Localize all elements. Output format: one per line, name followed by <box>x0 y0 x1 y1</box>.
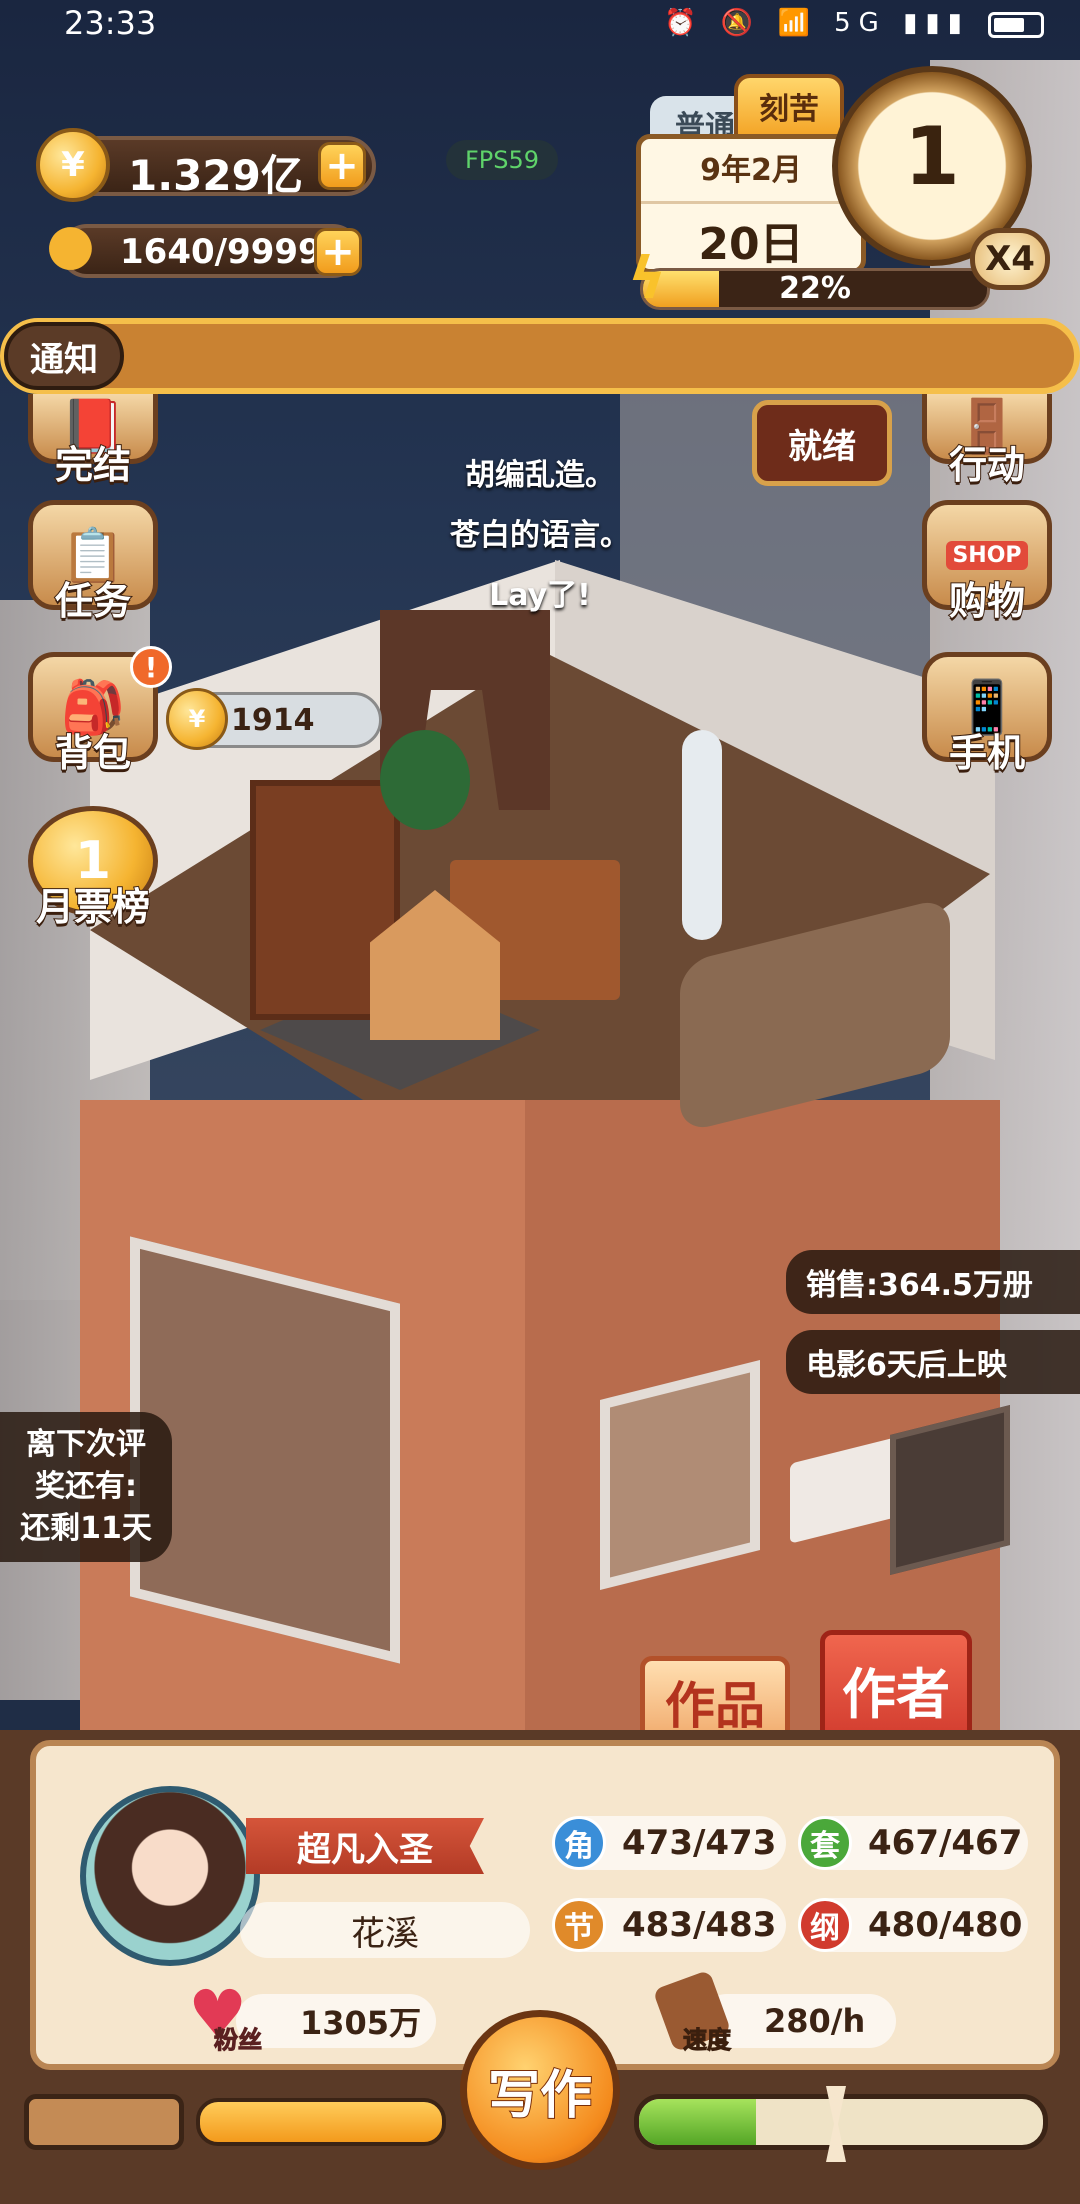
fans-display: 1305万 <box>236 1994 436 2048</box>
alert-badge: ! <box>130 646 172 688</box>
author-rank: 超凡入圣 <box>246 1818 484 1874</box>
writing-progress-fill <box>639 2099 757 2145</box>
menu-shop[interactable]: SHOP 购物 <box>922 500 1052 630</box>
status-icons: ⏰ 🔕 📶 5G ▮▮▮ <box>664 8 970 38</box>
date-year-month: 9年2月 <box>700 153 802 188</box>
pacing-icon: 节 <box>552 1898 606 1952</box>
character-icon: 角 <box>552 1816 606 1870</box>
award-countdown-line-1: 离下次评 <box>26 1427 146 1462</box>
time-speed-button[interactable]: X4 <box>970 228 1050 290</box>
energy-percent: 22% <box>779 271 851 306</box>
menu-backpack[interactable]: 🎒 背包 ! <box>28 646 172 782</box>
lightning-icon[interactable]: ϟ <box>628 244 688 314</box>
add-inspiration-button[interactable]: + <box>314 228 362 276</box>
energy-bar: 22% <box>640 268 990 310</box>
side-window <box>600 1360 760 1590</box>
inspiration-value: 1640/9999 <box>120 232 322 272</box>
sales-info[interactable]: 销售:364.5万册 <box>786 1250 1080 1314</box>
speed-label: 速度 <box>683 2026 732 2055</box>
ready-button[interactable]: 就绪 <box>752 400 892 486</box>
menu-phone-label: 手机 <box>948 730 1026 776</box>
notice-bar[interactable] <box>0 318 1080 394</box>
menu-complete-label: 完结 <box>54 442 132 488</box>
coin-icon-small: ¥ <box>166 688 228 750</box>
status-time: 23:33 <box>64 4 157 42</box>
menu-monthly-ranking-label: 月票榜 <box>35 884 151 930</box>
left-slot-bar[interactable] <box>24 2094 184 2150</box>
award-countdown-line-3: 还剩11天 <box>20 1511 152 1546</box>
fps-counter: FPS59 <box>446 140 558 180</box>
dialogue-line-1: 胡编乱造。 <box>465 458 615 493</box>
tab-hard-mode[interactable]: 刻苦 <box>734 74 844 138</box>
fans-label: 粉丝 <box>214 2026 263 2055</box>
fans-value: 1305万 <box>300 2004 422 2042</box>
write-button[interactable]: 写作 <box>460 2010 620 2170</box>
clock-value: 1 <box>904 110 960 203</box>
menu-backpack-label: 背包 <box>54 730 132 776</box>
potted-plant <box>380 730 470 830</box>
menu-action-label: 行动 <box>948 442 1026 488</box>
menu-monthly-ranking[interactable]: 1 月票榜 <box>28 806 158 936</box>
author-avatar[interactable] <box>80 1786 260 1966</box>
coin-icon: ¥ <box>36 128 110 202</box>
stat-character-value: 473/473 <box>622 1823 777 1863</box>
award-countdown[interactable]: 离下次评 奖还有: 还剩11天 <box>0 1412 172 1562</box>
award-countdown-line-2: 奖还有: <box>35 1469 137 1504</box>
stat-outline-value: 480/480 <box>868 1905 1023 1945</box>
menu-tasks[interactable]: 📋 任务 <box>28 500 158 630</box>
movie-info[interactable]: 电影6天后上映 <box>786 1330 1080 1394</box>
dialogue-line-3: Lay了! <box>489 578 591 613</box>
shop-sign: SHOP <box>946 540 1028 570</box>
battery-icon <box>988 12 1044 38</box>
stat-pacing-value: 483/483 <box>622 1905 777 1945</box>
middle-slot-bar[interactable] <box>196 2098 446 2146</box>
bulb-icon: ● <box>46 212 95 277</box>
menu-tasks-label: 任务 <box>54 578 132 624</box>
dialogue-line-2: 苍白的语言。 <box>450 518 630 553</box>
tower-fan <box>682 730 722 940</box>
menu-shop-label: 购物 <box>948 578 1026 624</box>
routine-icon: 套 <box>798 1816 852 1870</box>
coin-drop-value: 1914 <box>231 702 315 738</box>
add-gold-button[interactable]: + <box>318 142 366 190</box>
gold-value: 1.329亿 <box>128 151 303 200</box>
notice-label: 通知 <box>4 322 124 390</box>
menu-phone[interactable]: 📱 手机 <box>922 652 1052 782</box>
outdoor-tv <box>890 1405 1010 1575</box>
stat-routine-value: 467/467 <box>868 1823 1023 1863</box>
outline-icon: 纲 <box>798 1898 852 1952</box>
writing-speed-value: 280/h <box>764 2002 866 2040</box>
author-name: 花溪 <box>240 1902 530 1958</box>
